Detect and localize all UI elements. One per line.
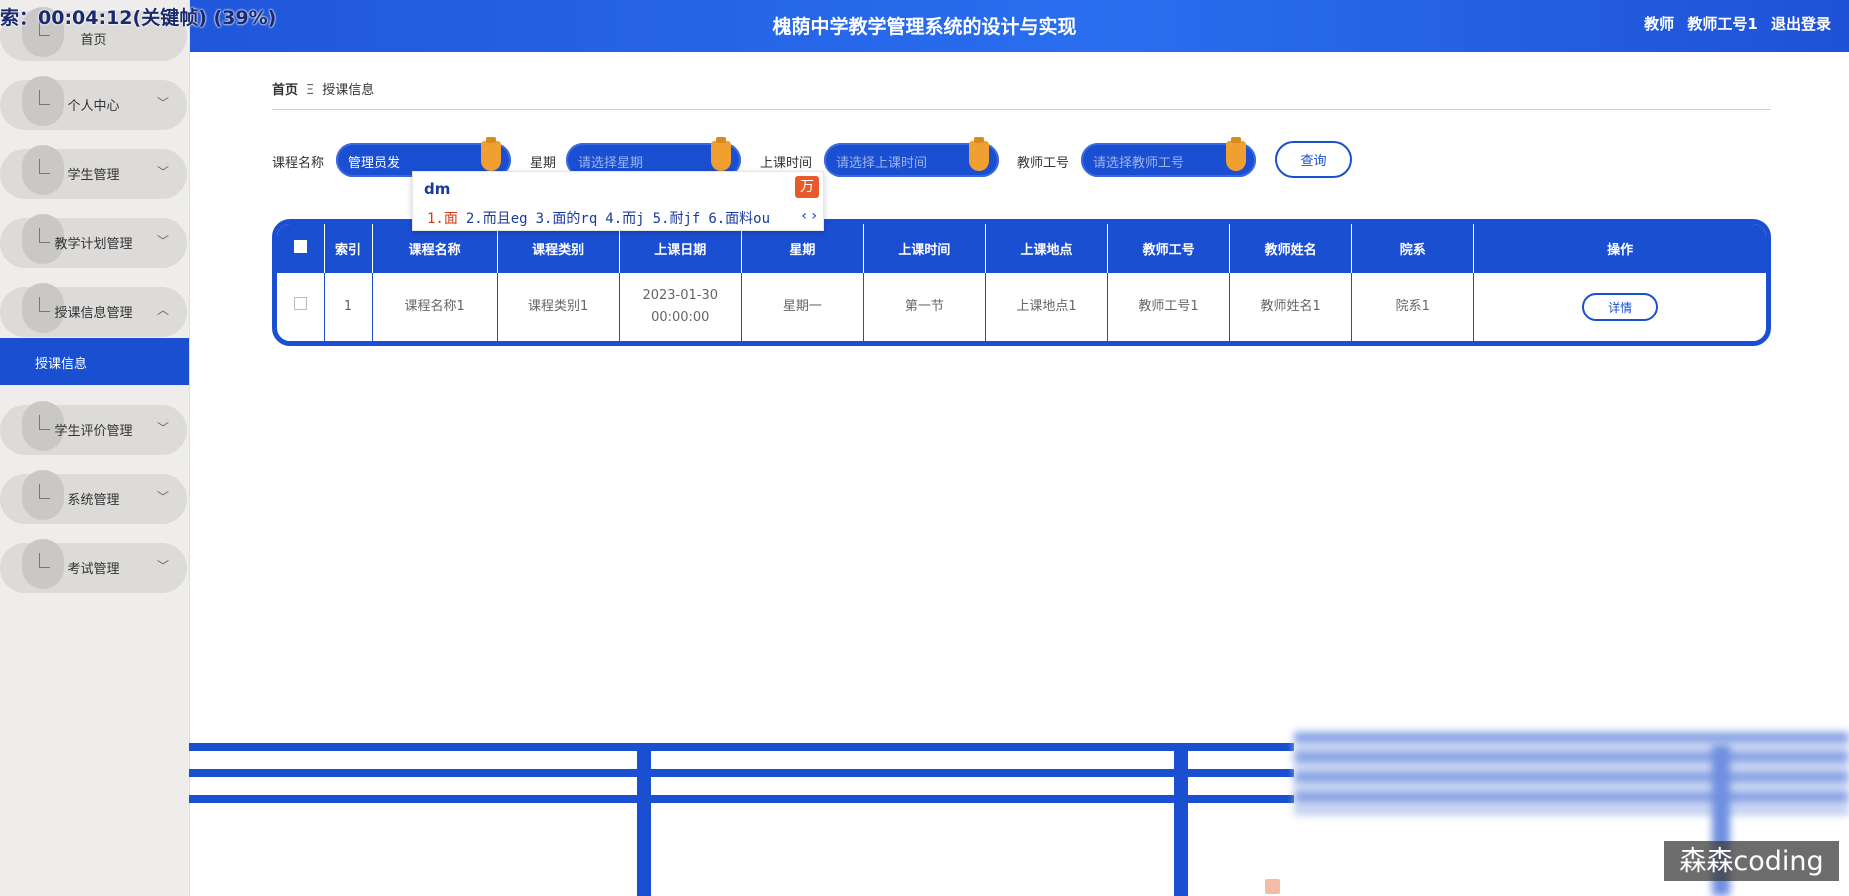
video-timestamp-overlay: 索：00:04:12(关键帧) (39%) — [0, 7, 277, 29]
cell-index: 1 — [324, 273, 373, 341]
input-decoration-icon — [969, 137, 989, 171]
column-header: 课程类别 — [497, 224, 620, 273]
column-header: 上课日期 — [619, 224, 742, 273]
course-name-value: 管理员发 — [348, 156, 401, 171]
chevron-down-icon: ﹀ — [156, 96, 169, 110]
chevron-down-icon: ﹀ — [156, 421, 169, 435]
blurred-region — [1294, 732, 1849, 814]
class-time-label: 上课时间 — [760, 156, 813, 171]
cell-actions: 详情 — [1474, 273, 1766, 341]
cell-department: 院系1 — [1351, 273, 1475, 341]
background-decoration — [637, 745, 651, 896]
teaching-info-table: 索引 课程名称 课程类别 上课日期 星期 上课时间 上课地点 教师工号 教师姓名… — [272, 219, 1771, 346]
select-all-checkbox[interactable] — [277, 224, 325, 273]
table-header-row: 索引 课程名称 课程类别 上课日期 星期 上课时间 上课地点 教师工号 教师姓名… — [277, 224, 1766, 273]
breadcrumb-current: 授课信息 — [322, 83, 375, 98]
ime-page-nav-icon[interactable]: ‹ › — [801, 208, 817, 224]
ime-candidate[interactable]: 4.而j — [605, 211, 644, 227]
class-time-placeholder: 请选择上课时间 — [836, 156, 928, 171]
chevron-down-icon: ﹀ — [156, 490, 169, 504]
user-role: 教师 — [1644, 15, 1675, 33]
sidebar-subitem-teaching-info[interactable]: 授课信息 — [0, 338, 189, 385]
ime-candidate[interactable]: 1.面 — [427, 211, 458, 227]
cell-weekday: 星期一 — [741, 273, 864, 341]
ime-composition: dm — [424, 180, 451, 198]
footer-logo-icon — [1265, 879, 1280, 894]
background-decoration — [189, 743, 1294, 751]
column-header: 操作 — [1473, 224, 1766, 273]
cell-date: 2023-01-30 00:00:00 — [619, 273, 742, 341]
ime-candidate[interactable]: 2.而且eg — [466, 211, 528, 227]
table-row: 1 课程名称1 课程类别1 2023-01-30 00:00:00 星期一 第一… — [277, 273, 1766, 341]
column-header: 索引 — [324, 224, 373, 273]
column-header: 课程名称 — [372, 224, 498, 273]
sidebar-subitem-label: 授课信息 — [35, 357, 88, 372]
column-header: 上课地点 — [985, 224, 1109, 273]
top-header: 槐荫中学教学管理系统的设计与实现 教师 教师工号1 退出登录 — [0, 0, 1849, 52]
chevron-down-icon: ﹀ — [156, 234, 169, 248]
cell-time: 第一节 — [863, 273, 986, 341]
ime-logo-icon: 万 — [795, 176, 819, 198]
ime-candidate-list: 1.面 2.而且eg 3.面的rq 4.而j 5.耐jf 6.面料ou — [427, 208, 778, 228]
user-id: 教师工号1 — [1687, 15, 1758, 33]
cell-location: 上课地点1 — [985, 273, 1109, 341]
cell-course-name: 课程名称1 — [372, 273, 498, 341]
sidebar-item-exam-management[interactable]: 考试管理 ﹀ — [0, 539, 187, 593]
cell-teacher-name: 教师姓名1 — [1229, 273, 1353, 341]
teacher-id-placeholder: 请选择教师工号 — [1093, 156, 1185, 171]
watermark: 森森coding — [1664, 841, 1839, 881]
breadcrumb-separator: Ξ — [306, 83, 315, 98]
weekday-label: 星期 — [530, 156, 557, 171]
sidebar-item-student-evaluation[interactable]: 学生评价管理 ﹀ — [0, 401, 187, 455]
chevron-down-icon: ﹀ — [156, 559, 169, 573]
teacher-id-label: 教师工号 — [1017, 156, 1070, 171]
column-header: 教师工号 — [1107, 224, 1231, 273]
row-checkbox[interactable] — [277, 273, 325, 341]
cell-course-type: 课程类别1 — [497, 273, 620, 341]
detail-button[interactable]: 详情 — [1582, 293, 1659, 321]
sidebar-item-student-management[interactable]: 学生管理 ﹀ — [0, 145, 187, 199]
input-decoration-icon — [481, 137, 501, 171]
sidebar-item-personal-center[interactable]: 个人中心 ﹀ — [0, 76, 187, 130]
column-header: 院系 — [1351, 224, 1475, 273]
input-decoration-icon — [1226, 137, 1246, 171]
sidebar-item-label: 首页 — [80, 33, 107, 48]
column-header: 上课时间 — [863, 224, 986, 273]
background-decoration — [189, 769, 1294, 777]
user-area: 教师 教师工号1 退出登录 — [1636, 13, 1831, 34]
sidebar-item-teaching-info[interactable]: 授课信息管理 ︿ — [0, 283, 187, 337]
logout-link[interactable]: 退出登录 — [1771, 15, 1831, 33]
sidebar-item-system-management[interactable]: 系统管理 ﹀ — [0, 470, 187, 524]
sidebar-item-teaching-plan[interactable]: 教学计划管理 ﹀ — [0, 214, 187, 268]
divider — [272, 109, 1771, 110]
breadcrumb: 首页 Ξ 授课信息 — [272, 79, 374, 98]
ime-candidate-popup: dm 万 1.面 2.而且eg 3.面的rq 4.而j 5.耐jf 6.面料ou ‹ › — [412, 171, 824, 231]
cell-teacher-id: 教师工号1 — [1107, 273, 1231, 341]
background-decoration — [1174, 745, 1188, 896]
teacher-id-select[interactable]: 请选择教师工号 — [1081, 137, 1256, 177]
query-button[interactable]: 查询 — [1275, 141, 1352, 178]
ime-candidate[interactable]: 6.面料ou — [708, 211, 770, 227]
weekday-placeholder: 请选择星期 — [578, 156, 644, 171]
chevron-down-icon: ﹀ — [156, 165, 169, 179]
chevron-up-icon: ︿ — [156, 303, 169, 317]
course-name-label: 课程名称 — [272, 156, 325, 171]
input-decoration-icon — [711, 137, 731, 171]
ime-candidate[interactable]: 3.面的rq — [536, 211, 598, 227]
ime-candidate[interactable]: 5.耐jf — [653, 211, 701, 227]
breadcrumb-home[interactable]: 首页 — [272, 83, 298, 98]
sidebar: 首页 个人中心 ﹀ 学生管理 ﹀ 教学计划管理 ﹀ 授课信息管理 ︿ 授课信息 … — [0, 0, 190, 896]
class-time-select[interactable]: 请选择上课时间 — [824, 137, 999, 177]
column-header: 教师姓名 — [1229, 224, 1353, 273]
app-title: 槐荫中学教学管理系统的设计与实现 — [772, 16, 1077, 38]
background-decoration — [189, 795, 1294, 803]
column-header: 星期 — [741, 224, 864, 273]
